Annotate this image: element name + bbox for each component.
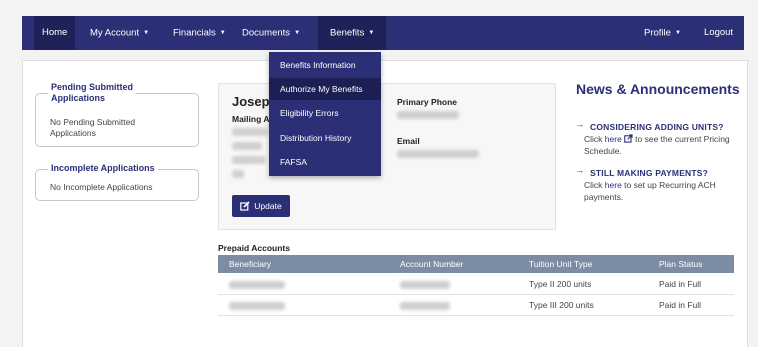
menu-benefits-information[interactable]: Benefits Information [269, 54, 381, 76]
prepaid-table-header: Beneficiary Account Number Tuition Unit … [218, 255, 734, 273]
col-account-number: Account Number [400, 259, 464, 269]
external-link-icon[interactable] [623, 134, 633, 143]
nav-home-label: Home [42, 27, 68, 38]
caret-down-icon: ▼ [143, 30, 150, 36]
recurring-ach-link[interactable]: here [605, 180, 622, 190]
menu-eligibility-errors[interactable]: Eligibility Errors [269, 102, 381, 124]
redacted-account-number [400, 302, 450, 310]
caret-down-icon: ▼ [294, 30, 301, 36]
arrow-right-icon: → [575, 165, 584, 175]
menu-authorize-my-benefits[interactable]: Authorize My Benefits [269, 78, 381, 100]
primary-phone-label: Primary Phone [397, 97, 457, 107]
email-label: Email [397, 136, 420, 146]
menu-fafsa[interactable]: FAFSA [269, 151, 381, 173]
col-plan-status: Plan Status [659, 259, 703, 269]
table-row[interactable]: Type II 200 units Paid in Full [218, 274, 734, 295]
nav-my-account[interactable]: My Account ▼ [82, 16, 157, 50]
redacted-account-number [400, 281, 450, 289]
nav-benefits-label: Benefits [330, 27, 365, 39]
pending-applications-text: No Pending Submitted Applications [50, 117, 136, 138]
redacted-beneficiary [229, 302, 285, 310]
redacted-email [397, 150, 479, 158]
edit-icon [240, 201, 250, 211]
nav-my-account-label: My Account [90, 27, 140, 39]
top-navbar: Home My Account ▼ Financials ▼ Documents ▼ … [22, 16, 744, 50]
tuition-unit-type-cell: Type III 200 units [529, 300, 594, 310]
caret-down-icon: ▼ [674, 30, 681, 36]
update-button-label: Update [254, 201, 282, 211]
nav-logout-label: Logout [704, 27, 734, 38]
incomplete-applications-text: No Incomplete Applications [50, 182, 153, 192]
pending-legend-line2: Applications [51, 93, 106, 103]
news-item1-pre: Click [584, 134, 605, 144]
prepaid-accounts-title: Prepaid Accounts [218, 243, 290, 253]
menu-distribution-history[interactable]: Distribution History [269, 127, 381, 149]
arrow-right-icon: → [575, 119, 584, 129]
plan-status-cell: Paid in Full [659, 300, 702, 310]
nav-documents[interactable]: Documents ▼ [234, 16, 308, 50]
redacted-address [232, 170, 244, 178]
nav-home[interactable]: Home [34, 16, 76, 50]
pending-legend-line1: Pending Submitted [51, 82, 133, 92]
redacted-address [232, 128, 268, 136]
table-row[interactable]: Type III 200 units Paid in Full [218, 295, 734, 316]
tuition-unit-type-cell: Type II 200 units [529, 279, 592, 289]
caret-down-icon: ▼ [368, 30, 375, 36]
mailing-address-label: Mailing A [232, 114, 270, 124]
col-tuition-unit-type: Tuition Unit Type [529, 259, 593, 269]
nav-logout[interactable]: Logout [696, 16, 741, 50]
nav-benefits[interactable]: Benefits ▼ [318, 16, 387, 50]
col-beneficiary: Beneficiary [229, 259, 272, 269]
news-item1-text: Click here to see the current Pricing Sc… [584, 134, 744, 157]
update-button[interactable]: Update [232, 195, 290, 217]
news-item2-pre: Click [584, 180, 605, 190]
redacted-address [232, 156, 266, 164]
nav-profile-label: Profile [644, 27, 671, 39]
redacted-phone [397, 111, 459, 119]
benefits-dropdown-menu: Benefits Information Authorize My Benefi… [269, 52, 381, 176]
news-title: News & Announcements [576, 81, 740, 97]
nav-financials-label: Financials [173, 27, 216, 39]
redacted-address [232, 142, 262, 150]
news-item2-heading: STILL MAKING PAYMENTS? [590, 168, 709, 178]
caret-down-icon: ▼ [219, 30, 226, 36]
plan-status-cell: Paid in Full [659, 279, 702, 289]
nav-financials[interactable]: Financials ▼ [165, 16, 234, 50]
incomplete-applications-legend: Incomplete Applications [48, 163, 158, 174]
redacted-beneficiary [229, 281, 285, 289]
nav-profile[interactable]: Profile ▼ [636, 16, 689, 50]
nav-documents-label: Documents [242, 27, 291, 39]
pending-applications-legend: Pending Submitted Applications [48, 82, 136, 104]
pricing-schedule-link[interactable]: here [605, 134, 622, 144]
news-item2-text: Click here to set up Recurring ACH payme… [584, 180, 744, 203]
news-item1-heading: CONSIDERING ADDING UNITS? [590, 122, 724, 132]
